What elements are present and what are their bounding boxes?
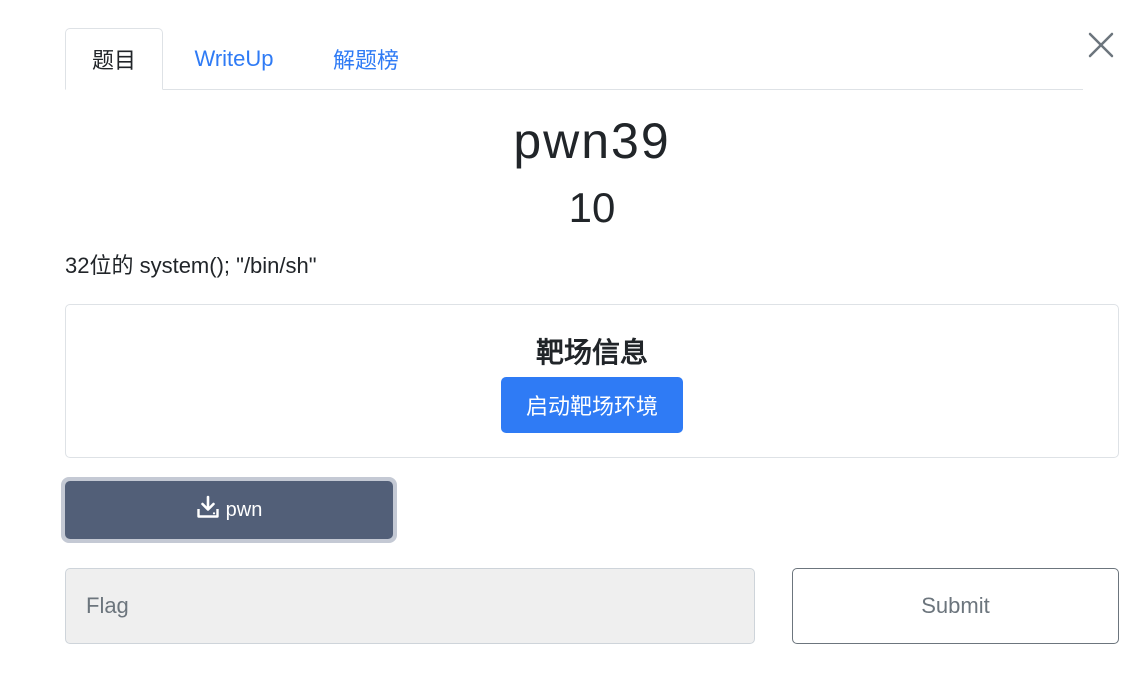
start-range-button[interactable]: 启动靶场环境 <box>501 377 683 433</box>
challenge-score: 10 <box>568 184 616 231</box>
range-info-panel: 靶场信息 启动靶场环境 <box>65 304 1119 458</box>
flag-input[interactable] <box>65 568 755 644</box>
close-icon[interactable] <box>1086 30 1116 60</box>
submit-button[interactable]: Submit <box>792 568 1119 644</box>
range-info-title: 靶场信息 <box>535 337 648 368</box>
download-button-body: pwn <box>65 481 393 539</box>
tab-bar: 题目 WriteUp 解题榜 <box>65 27 1083 90</box>
tab-challenge[interactable]: 题目 <box>65 28 163 90</box>
download-icon <box>196 495 220 525</box>
challenge-description: 32位的 system(); "/bin/sh" <box>65 253 317 278</box>
challenge-title: pwn39 <box>513 113 671 169</box>
download-file-label: pwn <box>225 498 263 521</box>
challenge-modal: 题目 WriteUp 解题榜 pwn39 10 32位的 system(); "… <box>0 0 1144 680</box>
tab-writeup[interactable]: WriteUp <box>163 29 305 89</box>
tab-leaderboard[interactable]: 解题榜 <box>305 29 427 89</box>
download-file-button[interactable]: pwn <box>61 477 397 543</box>
